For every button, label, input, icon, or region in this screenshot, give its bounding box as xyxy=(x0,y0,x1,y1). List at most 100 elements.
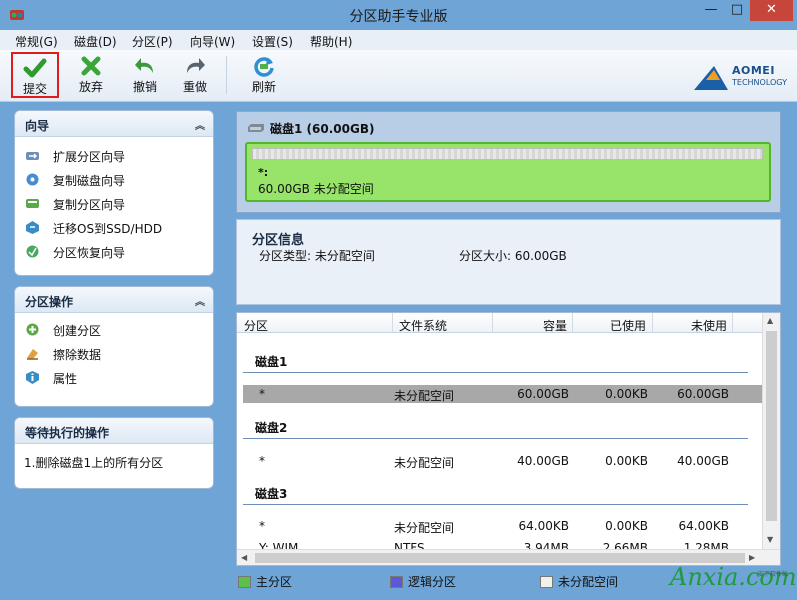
undo-label: 撤销 xyxy=(132,80,157,94)
info-icon xyxy=(26,371,39,384)
cell-unused: 64.00KB xyxy=(678,519,729,533)
unallocated-partition-block[interactable]: *: 60.00GB 未分配空间 xyxy=(245,142,771,202)
group-divider xyxy=(243,504,748,505)
legend-logical: 逻辑分区 xyxy=(390,573,456,590)
wipe-data-icon xyxy=(27,349,38,360)
pending-ops-header: 等待执行的操作 xyxy=(15,418,213,444)
cell-partition: * xyxy=(259,454,265,468)
disk-map-panel: 磁盘1 (60.00GB) *: 60.00GB 未分配空间 xyxy=(236,111,781,213)
vertical-scrollbar[interactable]: ▲ ▼ xyxy=(762,313,780,551)
maximize-button[interactable]: □ xyxy=(724,0,750,21)
toolbar-separator xyxy=(226,56,227,94)
table-header: 分区 文件系统 容量 已使用 未使用 xyxy=(237,313,762,333)
refresh-button[interactable]: 刷新 xyxy=(240,52,288,98)
pending-ops-title: 等待执行的操作 xyxy=(25,426,110,440)
undo-button[interactable]: 撤销 xyxy=(121,52,169,98)
pending-op-item[interactable]: 1.删除磁盘1上的所有分区 xyxy=(15,444,213,471)
cell-unused: 40.00GB xyxy=(677,454,729,468)
col-filesystem[interactable]: 文件系统 xyxy=(399,317,447,334)
col-partition[interactable]: 分区 xyxy=(244,317,268,334)
redo-icon xyxy=(187,58,205,73)
op-properties[interactable]: 属性 xyxy=(15,365,213,389)
partition-table: 分区 文件系统 容量 已使用 未使用 磁盘1 * 未分配空间 60.00GB 0… xyxy=(236,312,781,566)
menu-bar: 常规(G) 磁盘(D) 分区(P) 向导(W) 设置(S) 帮助(H) xyxy=(0,30,797,50)
logo-subtext: TECHNOLOGY xyxy=(732,78,787,87)
collapse-icon[interactable]: ︽ xyxy=(195,293,205,308)
refresh-icon xyxy=(254,57,274,77)
submit-label: 提交 xyxy=(22,82,47,96)
discard-x-icon xyxy=(81,56,101,76)
minimize-button[interactable]: — xyxy=(698,0,724,21)
group-disk2: 磁盘2 xyxy=(255,421,288,435)
partition-type-text: 分区类型: 未分配空间 xyxy=(259,249,375,263)
cell-partition: * xyxy=(259,387,265,401)
col-separator xyxy=(572,313,573,333)
undo-icon xyxy=(135,58,153,73)
cell-capacity: 40.00GB xyxy=(517,454,569,468)
menu-wizard[interactable]: 向导(W) xyxy=(190,33,235,50)
wizard-extend-partition[interactable]: 扩展分区向导 xyxy=(15,143,213,167)
horizontal-scroll-thumb[interactable] xyxy=(255,553,745,563)
disk-title: 磁盘1 (60.00GB) xyxy=(270,122,375,136)
copy-partition-icon xyxy=(26,199,39,208)
op-item-label: 擦除数据 xyxy=(53,348,102,362)
legend-swatch xyxy=(540,576,553,588)
partition-ops-panel: 分区操作 ︽ 创建分区 擦除数据 属性 xyxy=(14,286,214,407)
op-create-partition[interactable]: 创建分区 xyxy=(15,317,213,341)
create-partition-icon xyxy=(26,323,39,336)
op-item-label: 属性 xyxy=(53,372,78,386)
wizard-migrate-os[interactable]: 迁移OS到SSD/HDD xyxy=(15,215,213,239)
partition-usage-strip xyxy=(252,148,763,160)
scroll-right-icon[interactable]: ▶ xyxy=(749,553,755,562)
redo-button[interactable]: 重做 xyxy=(171,52,219,98)
collapse-icon[interactable]: ︽ xyxy=(195,117,205,132)
legend-label: 逻辑分区 xyxy=(408,575,457,589)
checkmark-icon xyxy=(23,58,47,78)
discard-button[interactable]: 放弃 xyxy=(67,52,115,98)
wizard-item-label: 扩展分区向导 xyxy=(53,150,126,164)
group-disk3: 磁盘3 xyxy=(255,487,288,501)
table-row[interactable]: * 未分配空间 60.00GB 0.00KB 60.00GB xyxy=(243,385,762,403)
submit-button[interactable]: 提交 xyxy=(11,52,59,98)
legend-label: 未分配空间 xyxy=(558,575,619,589)
refresh-label: 刷新 xyxy=(251,80,276,94)
scroll-left-icon[interactable]: ◀ xyxy=(241,553,247,562)
wizard-copy-partition[interactable]: 复制分区向导 xyxy=(15,191,213,215)
col-capacity[interactable]: 容量 xyxy=(543,317,567,334)
wizard-panel-header[interactable]: 向导 ︽ xyxy=(15,111,213,137)
partition-ops-title: 分区操作 xyxy=(25,295,74,309)
menu-settings[interactable]: 设置(S) xyxy=(252,33,293,50)
cell-partition: * xyxy=(259,519,265,533)
vertical-scroll-thumb[interactable] xyxy=(766,331,777,521)
cell-filesystem: 未分配空间 xyxy=(394,521,455,535)
menu-partition[interactable]: 分区(P) xyxy=(132,33,173,50)
close-button[interactable]: ✕ xyxy=(750,0,793,21)
app-window: 分区助手专业版 — □ ✕ 常规(G) 磁盘(D) 分区(P) 向导(W) 设置… xyxy=(0,0,797,600)
wizard-partition-recovery[interactable]: 分区恢复向导 xyxy=(15,239,213,263)
op-wipe-data[interactable]: 擦除数据 xyxy=(15,341,213,365)
migrate-os-icon xyxy=(26,221,39,234)
partition-info-title: 分区信息 xyxy=(252,233,305,248)
table-row[interactable]: * 未分配空间 40.00GB 0.00KB 40.00GB xyxy=(243,452,762,470)
menu-disk[interactable]: 磁盘(D) xyxy=(74,33,117,50)
group-disk1: 磁盘1 xyxy=(255,355,288,369)
window-title: 分区助手专业版 xyxy=(349,9,448,25)
table-row[interactable]: * 未分配空间 64.00KB 0.00KB 64.00KB xyxy=(243,517,762,535)
title-bar: 分区助手专业版 — □ ✕ xyxy=(0,0,797,30)
op-item-label: 创建分区 xyxy=(53,324,102,338)
col-used[interactable]: 已使用 xyxy=(610,317,646,334)
scroll-up-icon[interactable]: ▲ xyxy=(767,316,773,325)
partition-ops-header[interactable]: 分区操作 ︽ xyxy=(15,287,213,313)
menu-help[interactable]: 帮助(H) xyxy=(310,33,352,50)
group-divider xyxy=(243,438,748,439)
legend-label: 主分区 xyxy=(256,575,293,589)
cell-filesystem: 未分配空间 xyxy=(394,456,455,470)
col-separator xyxy=(392,313,393,333)
col-unused[interactable]: 未使用 xyxy=(691,317,727,334)
scroll-down-icon[interactable]: ▼ xyxy=(767,535,773,544)
menu-general[interactable]: 常规(G) xyxy=(15,33,58,50)
wizard-copy-disk[interactable]: 复制磁盘向导 xyxy=(15,167,213,191)
legend-unallocated: 未分配空间 xyxy=(540,573,618,590)
cell-used: 0.00KB xyxy=(605,387,648,401)
wizard-item-label: 复制磁盘向导 xyxy=(53,174,126,188)
